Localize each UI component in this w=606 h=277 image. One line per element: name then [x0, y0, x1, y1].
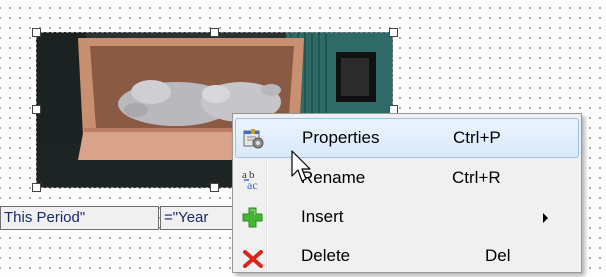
menu-item-label: Insert — [301, 207, 344, 226]
resize-handle-top-left[interactable] — [32, 28, 41, 37]
report-design-canvas[interactable]: This Period" ="Year Properties Ctrl+P a … — [0, 0, 606, 273]
resize-handle-bottom-center[interactable] — [210, 183, 219, 192]
textbox-this-period[interactable]: This Period" — [0, 206, 159, 230]
delete-x-icon — [241, 246, 265, 268]
insert-plus-icon — [241, 207, 265, 229]
menu-item-delete[interactable]: Delete Del — [235, 237, 579, 277]
menu-item-shortcut: Ctrl+R — [452, 168, 501, 187]
context-menu: Properties Ctrl+P a b ac Rename Ctrl+R I… — [232, 113, 582, 273]
menu-item-label: Properties — [302, 128, 380, 147]
menu-item-insert[interactable]: Insert — [235, 198, 579, 238]
menu-item-shortcut: Del — [485, 246, 511, 265]
resize-handle-top-center[interactable] — [210, 28, 219, 37]
menu-item-properties[interactable]: Properties Ctrl+P — [235, 118, 579, 158]
textbox-year[interactable]: ="Year — [160, 206, 234, 230]
resize-handle-middle-left[interactable] — [32, 105, 41, 114]
menu-item-rename[interactable]: a b ac Rename Ctrl+R — [235, 159, 579, 199]
mouse-pointer-icon — [291, 150, 311, 182]
resize-handle-top-right[interactable] — [389, 28, 398, 37]
menu-item-shortcut: Ctrl+P — [453, 128, 501, 147]
svg-text:ac: ac — [247, 178, 258, 190]
submenu-arrow-icon — [543, 213, 548, 223]
rename-icon: a b ac — [241, 168, 265, 192]
menu-item-label: Delete — [301, 246, 351, 265]
resize-handle-bottom-left[interactable] — [32, 183, 41, 192]
properties-icon — [242, 128, 266, 150]
